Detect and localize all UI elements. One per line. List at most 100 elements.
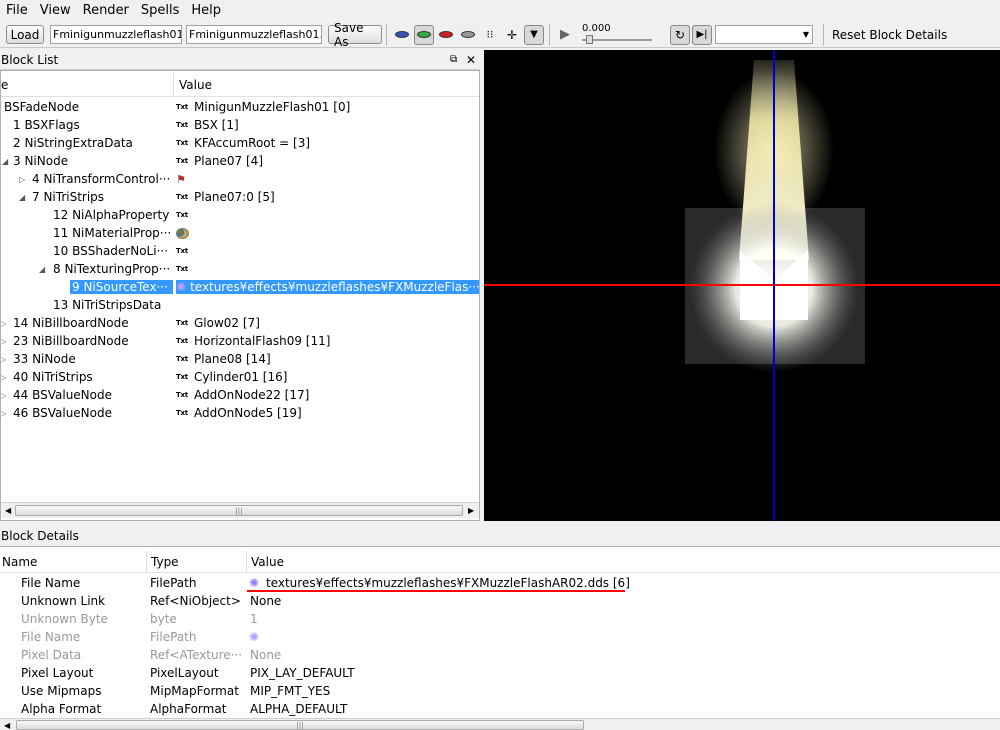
scroll-left-icon[interactable]: ◀ [4,721,10,730]
expand-arrow-icon[interactable]: ▷ [1,355,6,364]
tree-row[interactable]: 2 NiStringExtraData Txt KFAccumRoot = [3] [1,134,479,152]
tree-row[interactable]: ▷ 4 NiTransformControl··· ⚑ [1,170,479,188]
details-row[interactable]: Use Mipmaps MipMapFormat MIP_FMT_YES [0,682,1000,700]
tree-row[interactable]: ◢ 3 NiNode Txt Plane07 [4] [1,152,479,170]
expand-arrow-icon[interactable]: ▷ [1,373,6,382]
tree-row[interactable]: ◢ 7 NiTriStrips Txt Plane07:0 [5] [1,188,479,206]
txt-icon: Txt [176,337,188,345]
eye-green-icon[interactable] [414,24,434,45]
tree-row[interactable]: 12 NiAlphaProperty Txt [1,206,479,224]
tree-row[interactable]: 1 BSXFlags Txt BSX [1] [1,116,479,134]
txt-icon: Txt [176,193,188,201]
load-path-field[interactable]: Fminigunmuzzleflash01.nif [50,25,182,44]
txt-icon: Txt [176,391,188,399]
col-name[interactable]: e [1,78,8,92]
tree-row[interactable]: 13 NiTriStripsData [1,296,479,314]
details-row[interactable]: Pixel Data Ref<ATexture··· None [0,646,1000,664]
toolbar-separator [823,23,824,46]
menu-view[interactable]: View [34,3,77,18]
footprints-icon[interactable]: ⁝⁝ [480,25,500,45]
txt-icon: Txt [176,265,188,273]
time-slider[interactable]: 0.000 [580,23,660,47]
txt-icon: Txt [176,355,188,363]
reset-block-details-button[interactable]: Reset Block Details [832,28,947,42]
collapse-arrow-icon[interactable]: ◢ [39,265,45,274]
tree-row[interactable]: 10 BSShaderNoLi··· Txt [1,242,479,260]
tree-row[interactable]: ◢ 8 NiTexturingProp··· Txt [1,260,479,278]
details-hscrollbar[interactable]: ◀ ||| [0,718,1000,730]
scene-render [484,50,1000,521]
load-button[interactable]: Load [6,25,44,44]
txt-icon: Txt [176,373,188,381]
flag-icon: ⚑ [176,172,186,186]
block-details-header: Block Details [0,526,1000,546]
time-value: 0.000 [582,22,611,34]
texture-icon: ✺ [249,630,260,644]
block-list-header: Block List ⧉ ✕ [0,50,480,70]
menu-spells[interactable]: Spells [135,3,186,18]
tree-row[interactable]: ▷ 14 NiBillboardNode Txt Glow02 [7] [1,314,479,332]
tree-row[interactable]: ▷ 40 NiTriStrips Txt Cylinder01 [16] [1,368,479,386]
details-column-header: Name Type Value [0,551,1000,573]
block-list-tree: e Value BSFadeNode Txt MinigunMuzzleFlash0… [0,70,480,521]
col-name[interactable]: Name [2,555,37,569]
collapse-arrow-icon[interactable]: ◢ [2,157,8,166]
tree-row-selected[interactable]: 9 NiSourceTex··· ✺ textures¥effects¥muzzle… [1,278,479,296]
collapse-arrow-icon[interactable]: ◢ [19,193,25,202]
expand-arrow-icon[interactable]: ▷ [1,391,6,400]
expand-arrow-icon[interactable]: ▷ [1,337,6,346]
scroll-left-icon[interactable]: ◀ [5,506,11,515]
col-value[interactable]: Value [251,555,284,569]
menu-render[interactable]: Render [77,3,135,18]
txt-icon: Txt [176,319,188,327]
texture-icon: ✺ [176,280,187,294]
txt-icon: Txt [176,157,188,165]
tree-row[interactable]: ▷ 33 NiNode Txt Plane08 [14] [1,350,479,368]
expand-arrow-icon[interactable]: ▷ [19,175,25,184]
save-path-field[interactable]: Fminigunmuzzleflash01.nif [186,25,322,44]
palette-icon [176,227,189,239]
details-row[interactable]: Unknown Link Ref<NiObject> None [0,592,1000,610]
details-row[interactable]: Pixel Layout PixelLayout PIX_LAY_DEFAULT [0,664,1000,682]
switch-icon[interactable]: ▶| [692,24,712,45]
tree-row[interactable]: ▷ 46 BSValueNode Txt AddOnNode5 [19] [1,404,479,422]
txt-icon: Txt [176,211,188,219]
tree-row[interactable]: 11 NiMaterialProp··· [1,224,479,242]
txt-icon: Txt [176,103,188,111]
eye-blue-icon[interactable] [392,25,412,45]
toolbar: Load Fminigunmuzzleflash01.nif Fminigunm… [0,21,1000,49]
animation-select[interactable]: ▼ [715,25,813,44]
tree-row[interactable]: ▷ 44 BSValueNode Txt AddOnNode22 [17] [1,386,479,404]
expand-arrow-icon[interactable]: ▷ [1,319,6,328]
txt-icon: Txt [176,139,188,147]
close-icon[interactable]: ✕ [466,53,476,67]
float-icon[interactable]: ⧉ [450,54,457,65]
block-list-column-header: e Value [1,73,479,97]
toolbar-separator [386,23,387,46]
block-list-hscrollbar[interactable]: ◀ ||| ▶ [1,502,479,518]
col-type[interactable]: Type [151,555,179,569]
col-value[interactable]: Value [179,78,212,92]
details-row[interactable]: Alpha Format AlphaFormat ALPHA_DEFAULT [0,700,1000,718]
block-details-table: Name Type Value File Name FilePath ✺ tex… [0,546,1000,730]
move-icon[interactable]: ✛ [502,25,522,45]
save-as-button[interactable]: Save As [328,21,382,49]
details-row[interactable]: File Name FilePath ✺ textures¥effects¥mu… [0,574,1000,592]
eye-gray-icon[interactable] [458,25,478,45]
scroll-right-icon[interactable]: ▶ [468,506,474,515]
render-viewport[interactable] [484,50,1000,521]
menu-help[interactable]: Help [185,3,227,18]
tree-row[interactable]: ▷ 23 NiBillboardNode Txt HorizontalFlash09 … [1,332,479,350]
loop-icon[interactable]: ↻ [670,24,690,45]
eye-red-icon[interactable] [436,25,456,45]
details-row[interactable]: Unknown Byte byte 1 [0,610,1000,628]
play-icon[interactable]: ▶ [555,25,575,45]
block-details-title: Block Details [1,529,79,543]
scroll-thumb[interactable]: ||| [16,720,584,730]
dropdown-view-icon[interactable]: ▼ [524,24,544,45]
menu-file[interactable]: File [0,3,34,18]
scroll-thumb[interactable]: ||| [15,505,463,516]
tree-row[interactable]: BSFadeNode Txt MinigunMuzzleFlash01 [0] [1,98,479,116]
details-row[interactable]: File Name FilePath ✺ [0,628,1000,646]
expand-arrow-icon[interactable]: ▷ [1,409,6,418]
